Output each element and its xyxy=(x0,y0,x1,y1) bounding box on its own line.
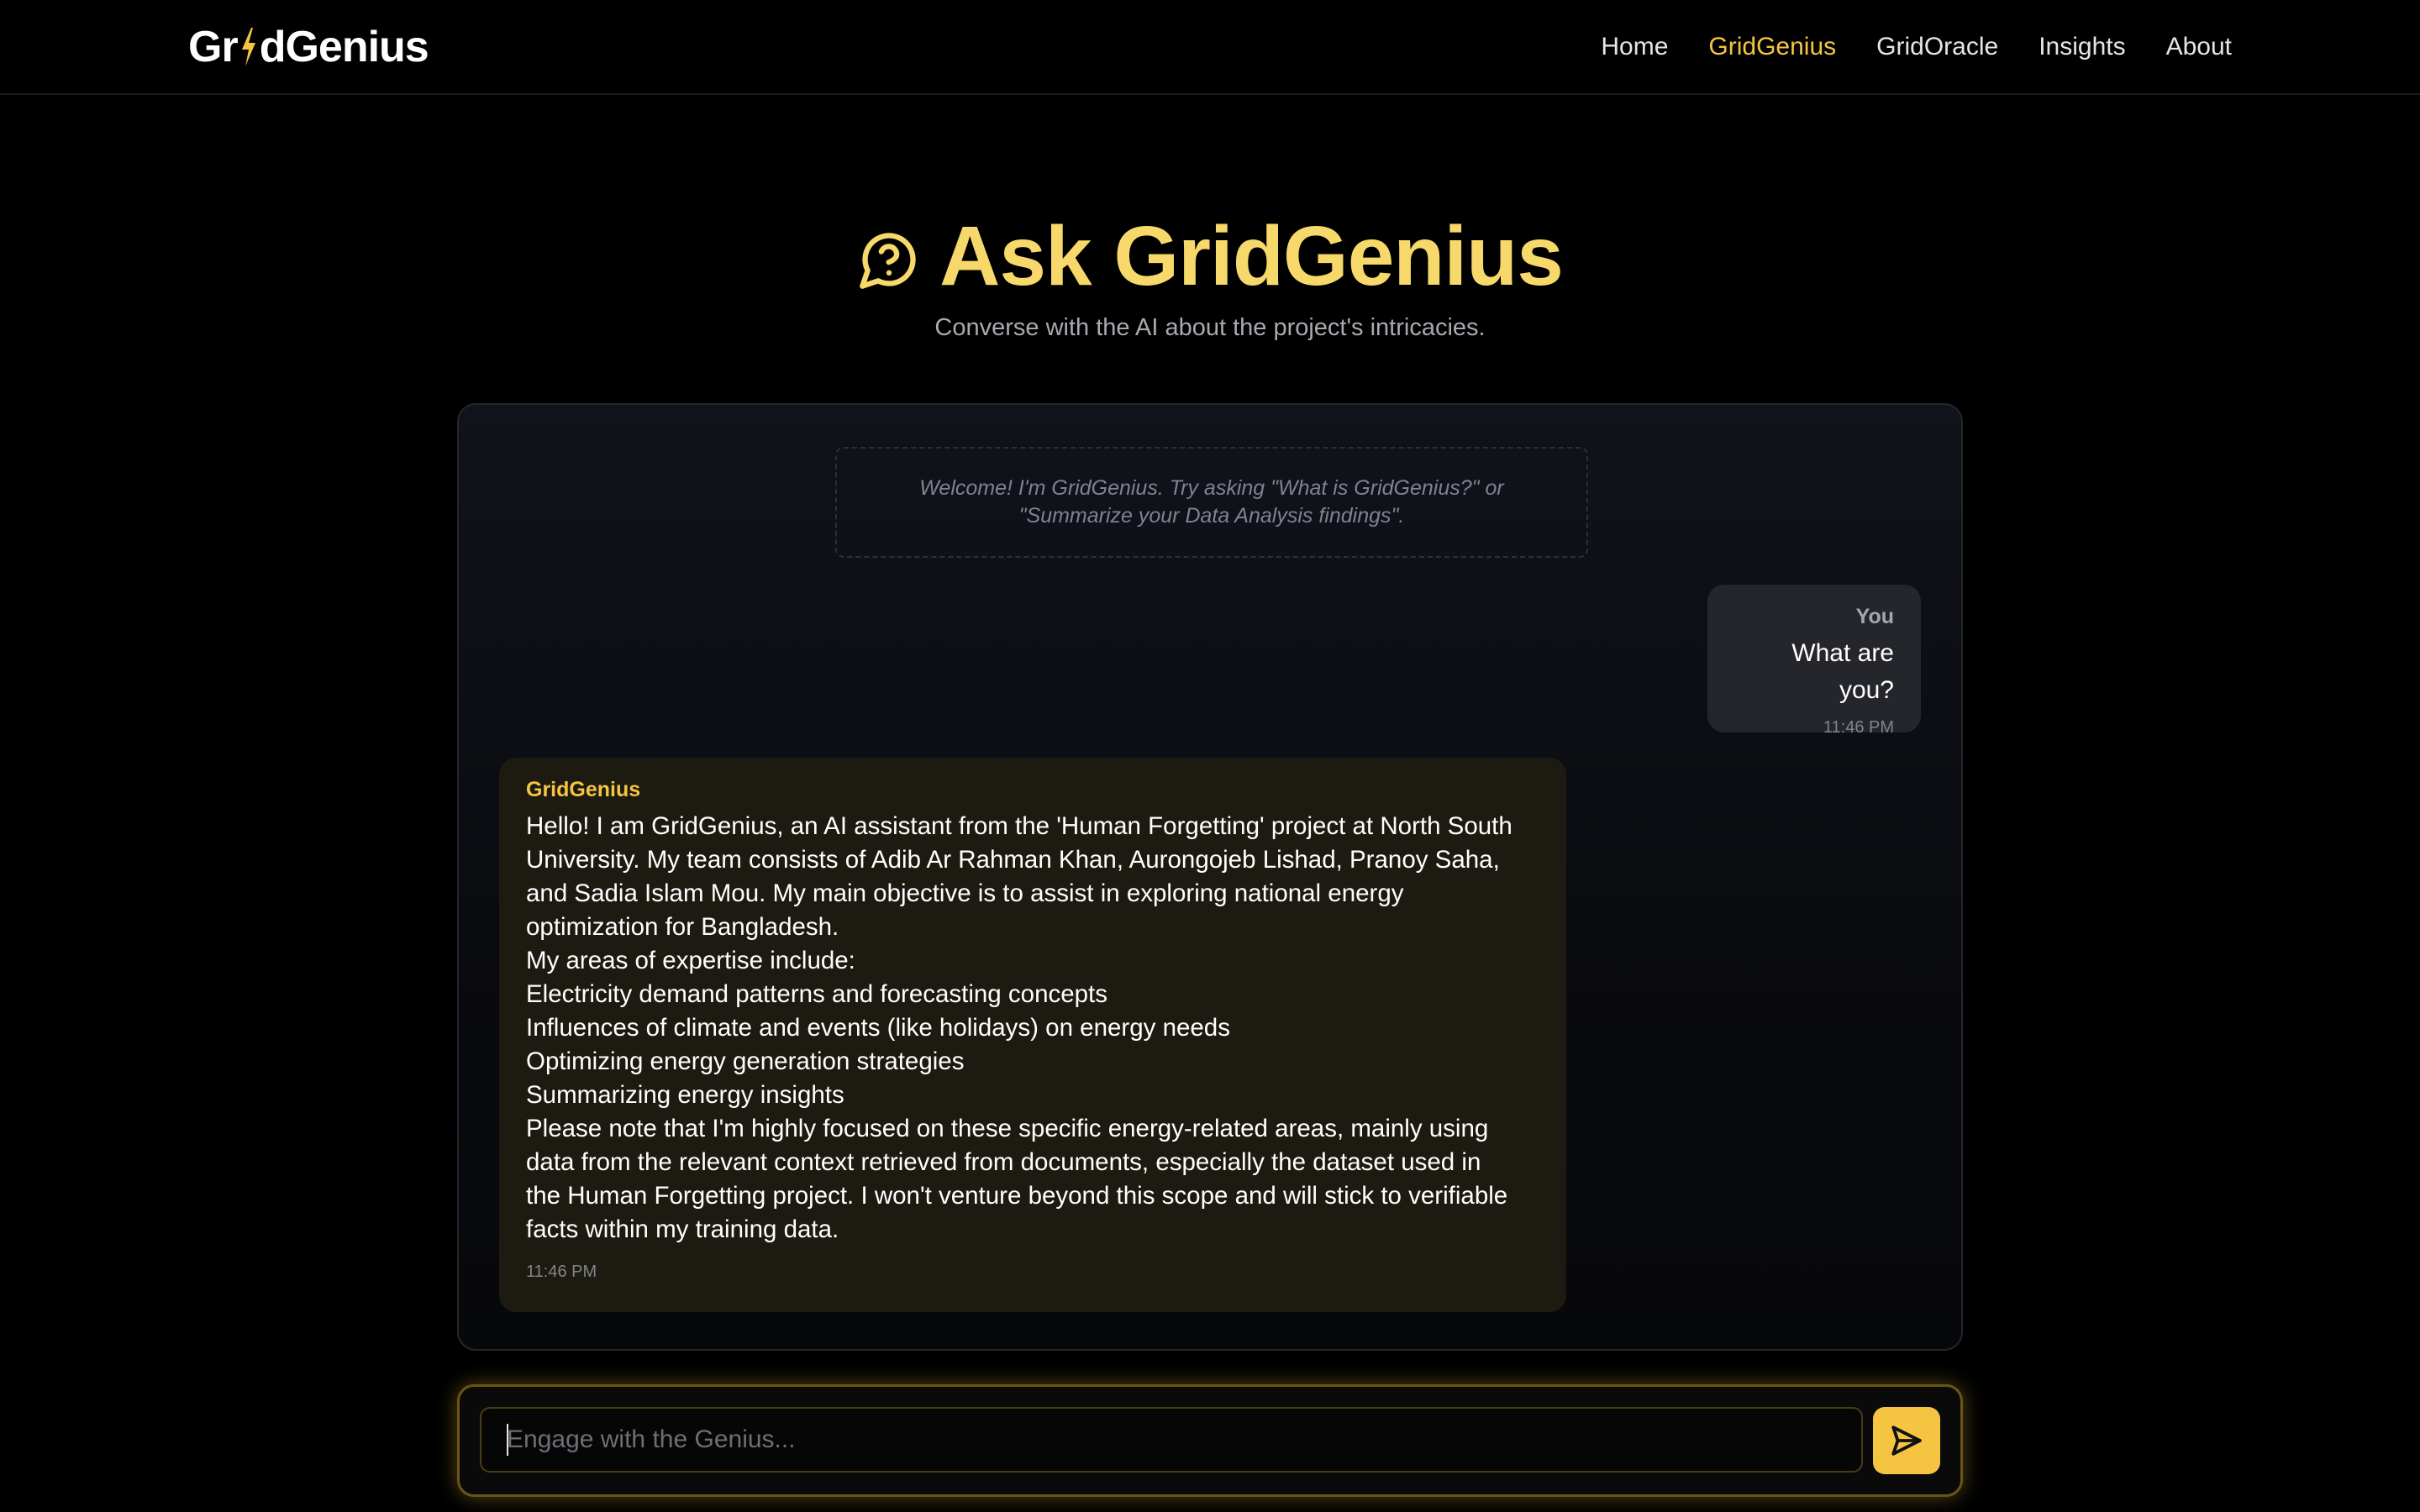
message-line: Hello! I am GridGenius, an AI assistant … xyxy=(526,812,1512,840)
message-line: University. My team consists of Adib Ar … xyxy=(526,846,1500,874)
ai-message-bubble: GridGenius Hello! I am GridGenius, an AI… xyxy=(499,758,1566,1312)
nav-gridoracle[interactable]: GridOracle xyxy=(1876,29,1998,66)
message-composer xyxy=(457,1384,1963,1497)
message-line: Electricity demand patterns and forecast… xyxy=(526,980,1107,1008)
message-timestamp: 11:46 PM xyxy=(526,1263,597,1281)
text-caret xyxy=(507,1424,508,1456)
logo-text-suffix: dGenius xyxy=(259,23,429,71)
top-navbar: Gr dGenius Home GridGenius GridOracle In… xyxy=(0,0,2420,95)
user-message-bubble: You What are you? 11:46 PM xyxy=(1707,585,1921,737)
send-button[interactable] xyxy=(1873,1407,1940,1474)
page-title: Ask GridGenius xyxy=(939,209,1564,303)
welcome-hint-line2: "Summarize your Data Analysis findings". xyxy=(1018,504,1405,528)
chat-panel[interactable]: Welcome! I'm GridGenius. Try asking "Wha… xyxy=(457,403,1963,1351)
message-line: data from the relevant context retrieved… xyxy=(526,1148,1481,1176)
bolt-icon xyxy=(241,28,255,66)
nav-insights[interactable]: Insights xyxy=(2039,29,2125,66)
welcome-hint: Welcome! I'm GridGenius. Try asking "Wha… xyxy=(835,447,1588,558)
send-icon xyxy=(1891,1425,1922,1456)
message-line: My areas of expertise include: xyxy=(526,947,855,974)
nav-about[interactable]: About xyxy=(2166,29,2232,66)
message-sender: You xyxy=(1855,605,1894,628)
message-line: Optimizing energy generation strategies xyxy=(526,1047,965,1075)
message-line: Please note that I'm highly focused on t… xyxy=(526,1115,1489,1142)
main-nav: Home GridGenius GridOracle Insights Abou… xyxy=(1601,29,2232,66)
message-text: What are you? xyxy=(1791,639,1894,704)
message-line: optimization for Bangladesh. xyxy=(526,913,839,941)
message-text: Hello! I am GridGenius, an AI assistant … xyxy=(526,810,1539,1247)
logo-text-prefix: Gr xyxy=(188,23,239,71)
nav-home[interactable]: Home xyxy=(1601,29,1668,66)
message-line: Summarizing energy insights xyxy=(526,1081,844,1109)
chat-input[interactable] xyxy=(480,1407,1863,1473)
page-subtitle: Converse with the AI about the project's… xyxy=(934,314,1486,341)
message-line: the Human Forgetting project. I won't ve… xyxy=(526,1182,1508,1210)
message-sender: GridGenius xyxy=(526,778,641,801)
brand-logo[interactable]: Gr dGenius xyxy=(188,20,429,74)
welcome-hint-line1: Welcome! I'm GridGenius. Try asking "Wha… xyxy=(919,476,1504,500)
message-line: and Sadia Islam Mou. My main objective i… xyxy=(526,879,1404,907)
chat-question-icon xyxy=(860,233,916,289)
nav-gridgenius[interactable]: GridGenius xyxy=(1708,29,1836,66)
message-line: Influences of climate and events (like h… xyxy=(526,1014,1230,1042)
message-line: facts within my training data. xyxy=(526,1215,839,1243)
page-header: Ask GridGenius xyxy=(0,202,2420,311)
message-timestamp: 11:46 PM xyxy=(1823,718,1894,737)
